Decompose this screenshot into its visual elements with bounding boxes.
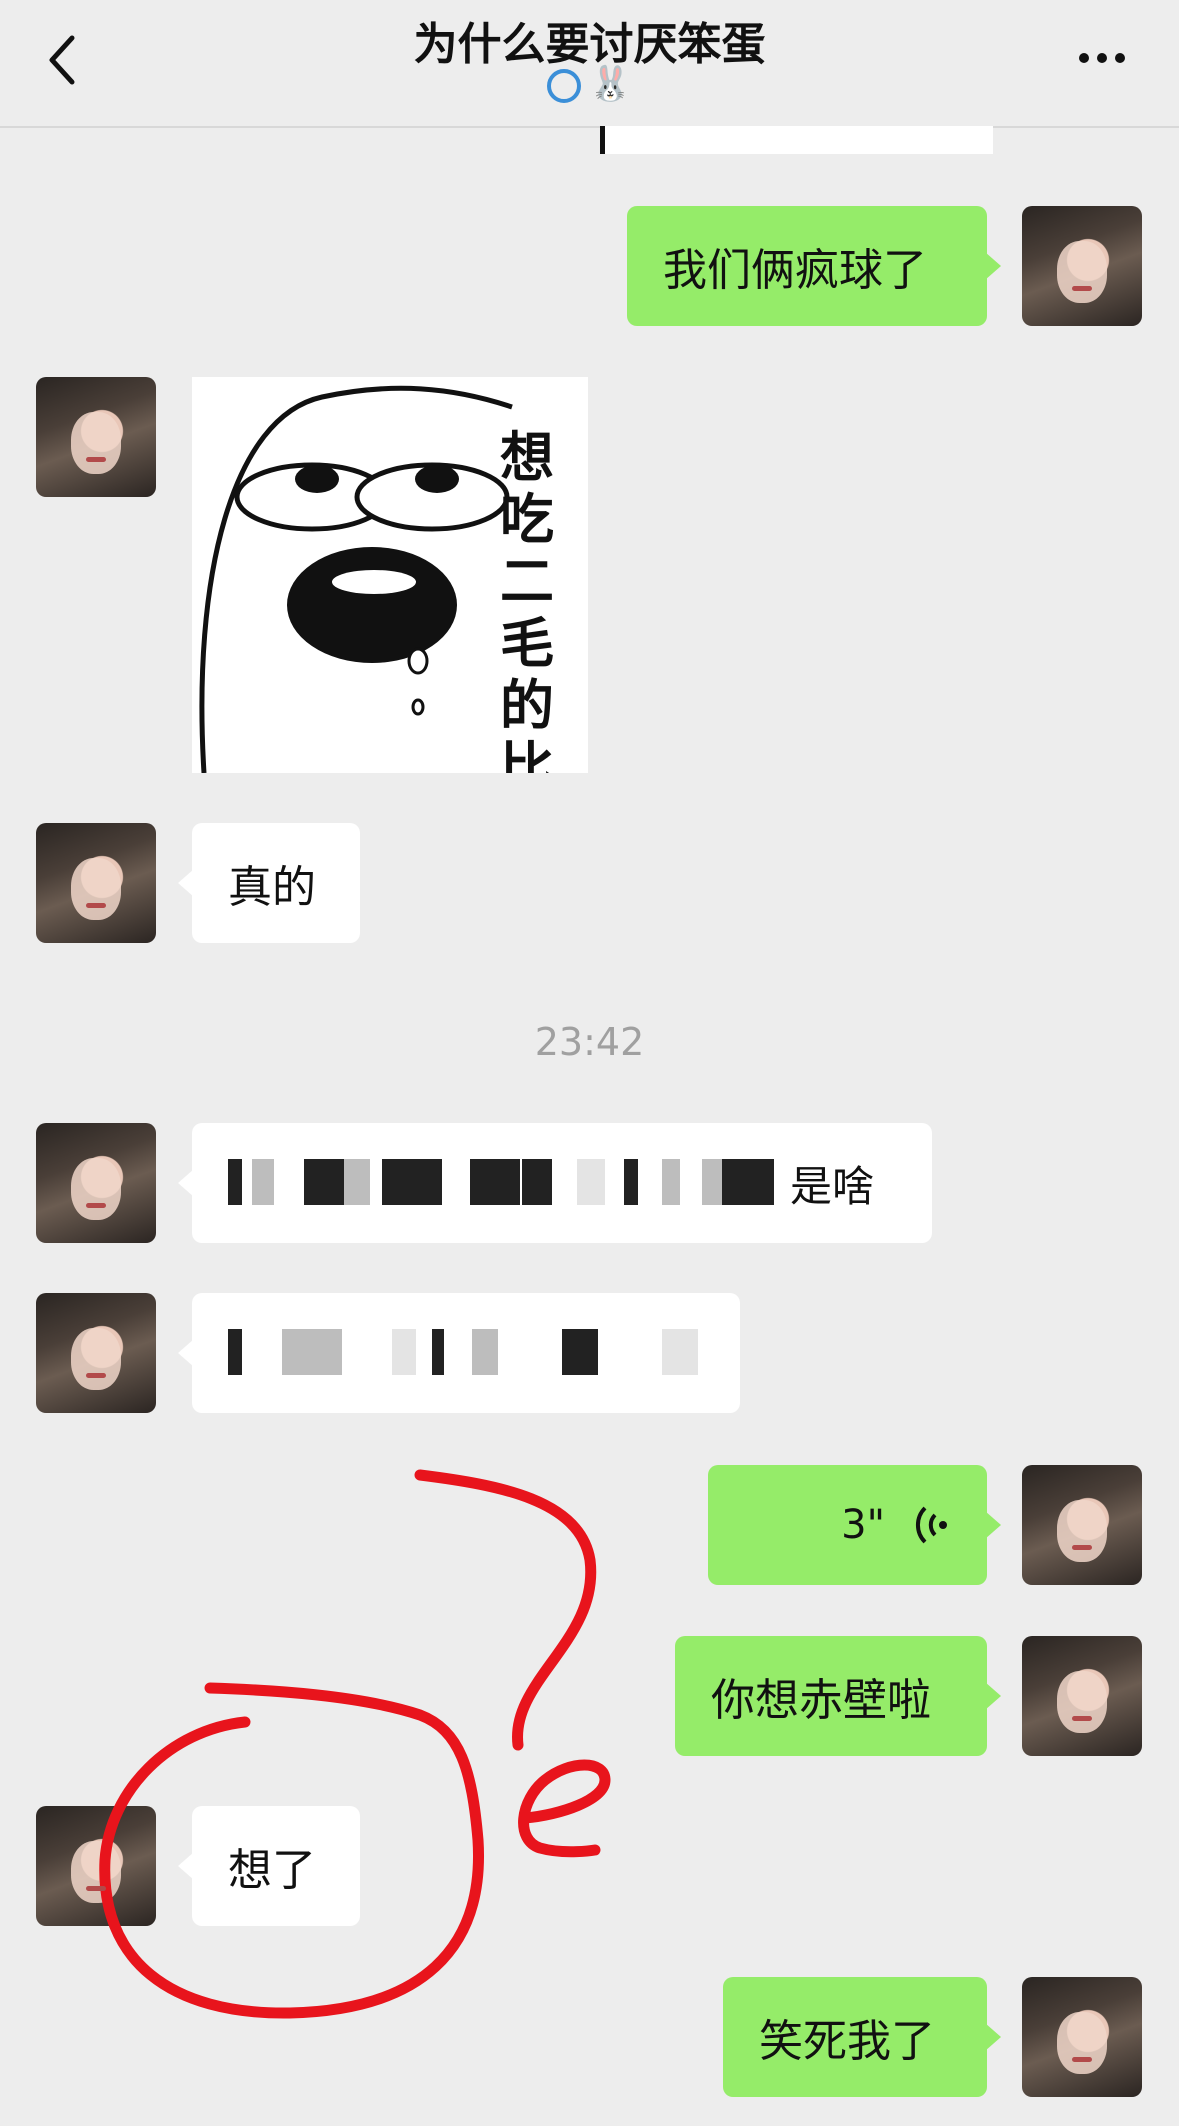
pixelated-block: [344, 1159, 370, 1205]
more-options-button[interactable]: [1079, 48, 1139, 72]
pixelated-block: [702, 1159, 722, 1205]
chat-header: 为什么要讨厌笨蛋 🐰: [0, 0, 1179, 128]
pixelated-block: [228, 1159, 242, 1205]
received-message-bubble[interactable]: 真的: [178, 823, 360, 943]
message-text: 我们俩疯球了: [663, 245, 927, 296]
message-text: 笑死我了: [759, 2016, 935, 2067]
pixelated-block: [662, 1329, 698, 1375]
voice-duration: 3": [841, 1502, 885, 1548]
my-avatar[interactable]: [1022, 1465, 1142, 1585]
sent-message-bubble[interactable]: 你想赤壁啦: [675, 1636, 1001, 1756]
message-text: 想了: [228, 1845, 316, 1896]
my-avatar[interactable]: [1022, 206, 1142, 326]
voice-message-bubble[interactable]: 3": [708, 1465, 1001, 1585]
contact-avatar[interactable]: [36, 823, 156, 943]
sticker-message[interactable]: 想吃二毛的比: [192, 377, 588, 773]
contact-status: 🐰: [0, 64, 1179, 104]
contact-avatar[interactable]: [36, 1293, 156, 1413]
received-message-bubble[interactable]: 想了: [178, 1806, 360, 1926]
chat-title: 为什么要讨厌笨蛋: [413, 19, 766, 70]
pixelated-block: [662, 1159, 680, 1205]
message-text-tail: 是啥: [790, 1162, 875, 1211]
my-avatar[interactable]: [1022, 1636, 1142, 1756]
pixelated-block: [304, 1159, 344, 1205]
pixelated-block: [562, 1329, 598, 1375]
more-dots-icon: [1079, 53, 1089, 63]
sticker-caption: 想吃二毛的比: [500, 426, 554, 774]
contact-avatar[interactable]: [36, 1123, 156, 1243]
status-ring-icon: [547, 68, 582, 103]
pixelated-block: [577, 1159, 605, 1205]
pixelated-block: [472, 1329, 498, 1375]
message-text: 你想赤壁啦: [711, 1675, 931, 1726]
pixelated-block: [624, 1159, 638, 1205]
voice-wave-icon: [915, 1506, 947, 1544]
sent-message-bubble[interactable]: 我们俩疯球了: [627, 206, 1001, 326]
contact-avatar[interactable]: [36, 1806, 156, 1926]
my-avatar[interactable]: [1022, 1977, 1142, 2097]
status-emoji: 🐰: [589, 64, 632, 104]
pixelated-block: [252, 1159, 274, 1205]
pixelated-block: [432, 1329, 444, 1375]
contact-avatar[interactable]: [36, 377, 156, 497]
pixelated-block: [282, 1329, 342, 1375]
pixelated-block: [392, 1329, 416, 1375]
received-message-bubble-pixelated[interactable]: 是啥: [178, 1123, 932, 1243]
pixelated-block: [470, 1159, 520, 1205]
pixelated-block: [382, 1159, 442, 1205]
message-text: 真的: [228, 862, 316, 913]
pixelated-block: [522, 1159, 552, 1205]
message-timestamp: 23:42: [534, 1020, 645, 1064]
pixelated-block: [228, 1329, 242, 1375]
sent-message-bubble[interactable]: 笑死我了: [723, 1977, 1001, 2097]
pixelated-block: [722, 1159, 774, 1205]
received-message-bubble-pixelated[interactable]: [178, 1293, 740, 1413]
previous-message-bubble[interactable]: [600, 126, 993, 154]
